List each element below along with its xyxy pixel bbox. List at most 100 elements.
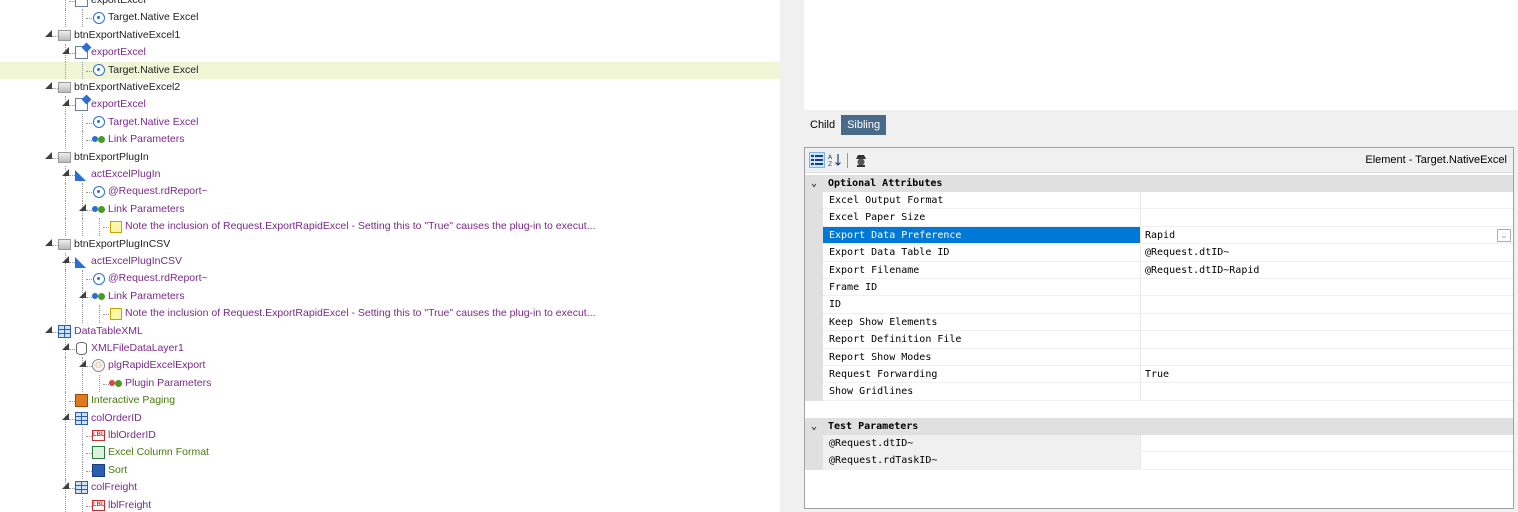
property-name[interactable]: @Request.rdTaskID~ (823, 452, 1141, 470)
tree-node[interactable]: @Request.rdReport~ (0, 270, 780, 288)
tree-node[interactable]: Excel Column Format (0, 444, 780, 462)
property-row[interactable]: ID (805, 296, 1513, 314)
expander-icon[interactable] (62, 343, 69, 350)
property-value[interactable] (1141, 383, 1513, 401)
property-row[interactable]: Export Data Preference Rapid ⌵ (805, 226, 1513, 245)
tab-child[interactable]: Child (804, 115, 842, 135)
tree-node[interactable]: Target.Native Excel (0, 9, 780, 27)
tree-node[interactable]: exportExcel (0, 44, 780, 62)
tree-node[interactable]: ⚇ plgRapidExcelExport (0, 357, 780, 375)
property-name[interactable]: Export Filename (823, 261, 1141, 279)
property-name[interactable]: ID (823, 296, 1141, 314)
property-row[interactable]: Export Filename @Request.dtID~Rapid (805, 261, 1513, 279)
property-name[interactable]: Export Data Preference (823, 226, 1141, 245)
property-value[interactable]: @Request.dtID~ (1141, 244, 1513, 262)
property-row[interactable]: Show Gridlines (805, 383, 1513, 401)
expander-icon[interactable] (45, 82, 52, 89)
tree-node[interactable]: exportExcel (0, 0, 780, 10)
category-optional-attributes[interactable]: ⌄ Optional Attributes (805, 175, 1513, 192)
tree-node[interactable]: btnExportNativeExcel2 (0, 79, 780, 96)
tree-node[interactable]: LBL lblOrderID (0, 427, 780, 445)
category-test-parameters[interactable]: ⌄ Test Parameters (805, 417, 1513, 435)
tree-node[interactable]: Note the inclusion of Request.ExportRapi… (0, 218, 780, 236)
tab-sibling[interactable]: Sibling (841, 115, 887, 135)
tree-node[interactable]: exportExcel (0, 96, 780, 114)
tree-node[interactable]: Target.Native Excel (0, 113, 780, 132)
property-name[interactable]: Request Forwarding (823, 366, 1141, 384)
tree-node[interactable]: Link Parameters (0, 287, 780, 306)
tree-node[interactable]: LBL lblFreight (0, 496, 780, 512)
expander-icon[interactable] (45, 238, 52, 246)
property-value[interactable] (1141, 209, 1513, 227)
expander-icon[interactable] (45, 151, 52, 159)
tree-node[interactable]: Link Parameters (0, 131, 780, 149)
spy-icon[interactable] (853, 152, 869, 168)
property-value[interactable] (1141, 279, 1513, 297)
categorized-icon[interactable] (809, 152, 825, 168)
tree-node[interactable]: Interactive Paging (0, 392, 780, 410)
expander-icon[interactable] (62, 482, 69, 490)
chevron-down-icon[interactable]: ⌄ (811, 175, 817, 192)
element-tree[interactable]: exportExcel Target.Native Excel btnExportN… (0, 0, 780, 512)
property-name[interactable]: Frame ID (823, 279, 1141, 297)
property-row[interactable]: @Request.dtID~ (805, 434, 1513, 453)
property-value[interactable] (1141, 452, 1513, 470)
tree-node[interactable]: colFreight (0, 479, 780, 497)
property-value[interactable]: @Request.dtID~Rapid (1141, 262, 1513, 279)
property-value[interactable] (1141, 296, 1513, 314)
tree-node[interactable]: btnExportPlugInCSV (0, 236, 780, 253)
tree-guide-line (65, 9, 66, 27)
tree-node[interactable]: btnExportPlugIn (0, 149, 780, 166)
property-name[interactable]: Report Definition File (823, 331, 1141, 349)
tree-node[interactable]: actExcelPlugIn (0, 166, 780, 184)
tree-node[interactable]: Link Parameters (0, 200, 780, 219)
property-row[interactable]: Keep Show Elements (805, 313, 1513, 332)
expander-icon[interactable] (79, 203, 86, 211)
chevron-down-icon[interactable]: ⌄ (811, 418, 817, 435)
property-value[interactable] (1141, 331, 1513, 349)
tree-node[interactable]: XMLFileDataLayer1 (0, 340, 780, 358)
expander-icon[interactable] (62, 412, 69, 420)
tree-node[interactable]: actExcelPlugInCSV (0, 253, 780, 271)
property-row[interactable]: Request Forwarding True (805, 366, 1513, 384)
property-name[interactable]: Keep Show Elements (823, 313, 1141, 332)
property-row[interactable]: Excel Paper Size (805, 209, 1513, 227)
tree-node[interactable]: Plugin Parameters (0, 374, 780, 393)
property-name[interactable]: Report Show Modes (823, 348, 1141, 366)
expander-icon[interactable] (62, 256, 69, 263)
tree-node[interactable]: DataTableXML (0, 323, 780, 340)
property-row[interactable]: Report Show Modes (805, 348, 1513, 366)
property-value[interactable] (1141, 349, 1513, 366)
property-value[interactable]: True (1141, 366, 1513, 384)
tree-node[interactable]: Target.Native Excel (0, 61, 780, 79)
property-value[interactable]: Rapid ⌵ (1141, 227, 1513, 245)
tree-node[interactable]: colOrderID (0, 409, 780, 427)
expander-icon[interactable] (45, 325, 52, 333)
property-name[interactable]: Excel Output Format (823, 192, 1141, 210)
expander-icon[interactable] (62, 99, 69, 107)
property-value[interactable] (1141, 314, 1513, 332)
expander-icon[interactable] (45, 29, 52, 37)
property-name[interactable]: Excel Paper Size (823, 209, 1141, 227)
expander-icon[interactable] (62, 47, 69, 55)
property-value[interactable] (1141, 192, 1513, 210)
property-name[interactable]: Show Gridlines (823, 383, 1141, 401)
expander-icon[interactable] (79, 360, 86, 368)
panel-splitter[interactable] (780, 0, 794, 512)
dropdown-chevron-icon[interactable]: ⌵ (1497, 228, 1511, 242)
tree-node[interactable]: btnExportNativeExcel1 (0, 27, 780, 44)
property-name[interactable]: @Request.dtID~ (823, 434, 1141, 453)
property-row[interactable]: Report Definition File (805, 331, 1513, 349)
property-row[interactable]: Excel Output Format (805, 192, 1513, 210)
expander-icon[interactable] (79, 290, 86, 298)
alphabetical-sort-icon[interactable]: AZ (827, 152, 843, 168)
property-value[interactable] (1141, 435, 1513, 453)
property-row[interactable]: Frame ID (805, 279, 1513, 297)
tree-node[interactable]: @Request.rdReport~ (0, 183, 780, 201)
property-row[interactable]: @Request.rdTaskID~ (805, 452, 1513, 470)
property-row[interactable]: Export Data Table ID @Request.dtID~ (805, 244, 1513, 262)
tree-node[interactable]: Note the inclusion of Request.ExportRapi… (0, 305, 780, 323)
property-name[interactable]: Export Data Table ID (823, 244, 1141, 262)
tree-node[interactable]: Sort (0, 461, 780, 480)
expander-icon[interactable] (62, 169, 69, 176)
